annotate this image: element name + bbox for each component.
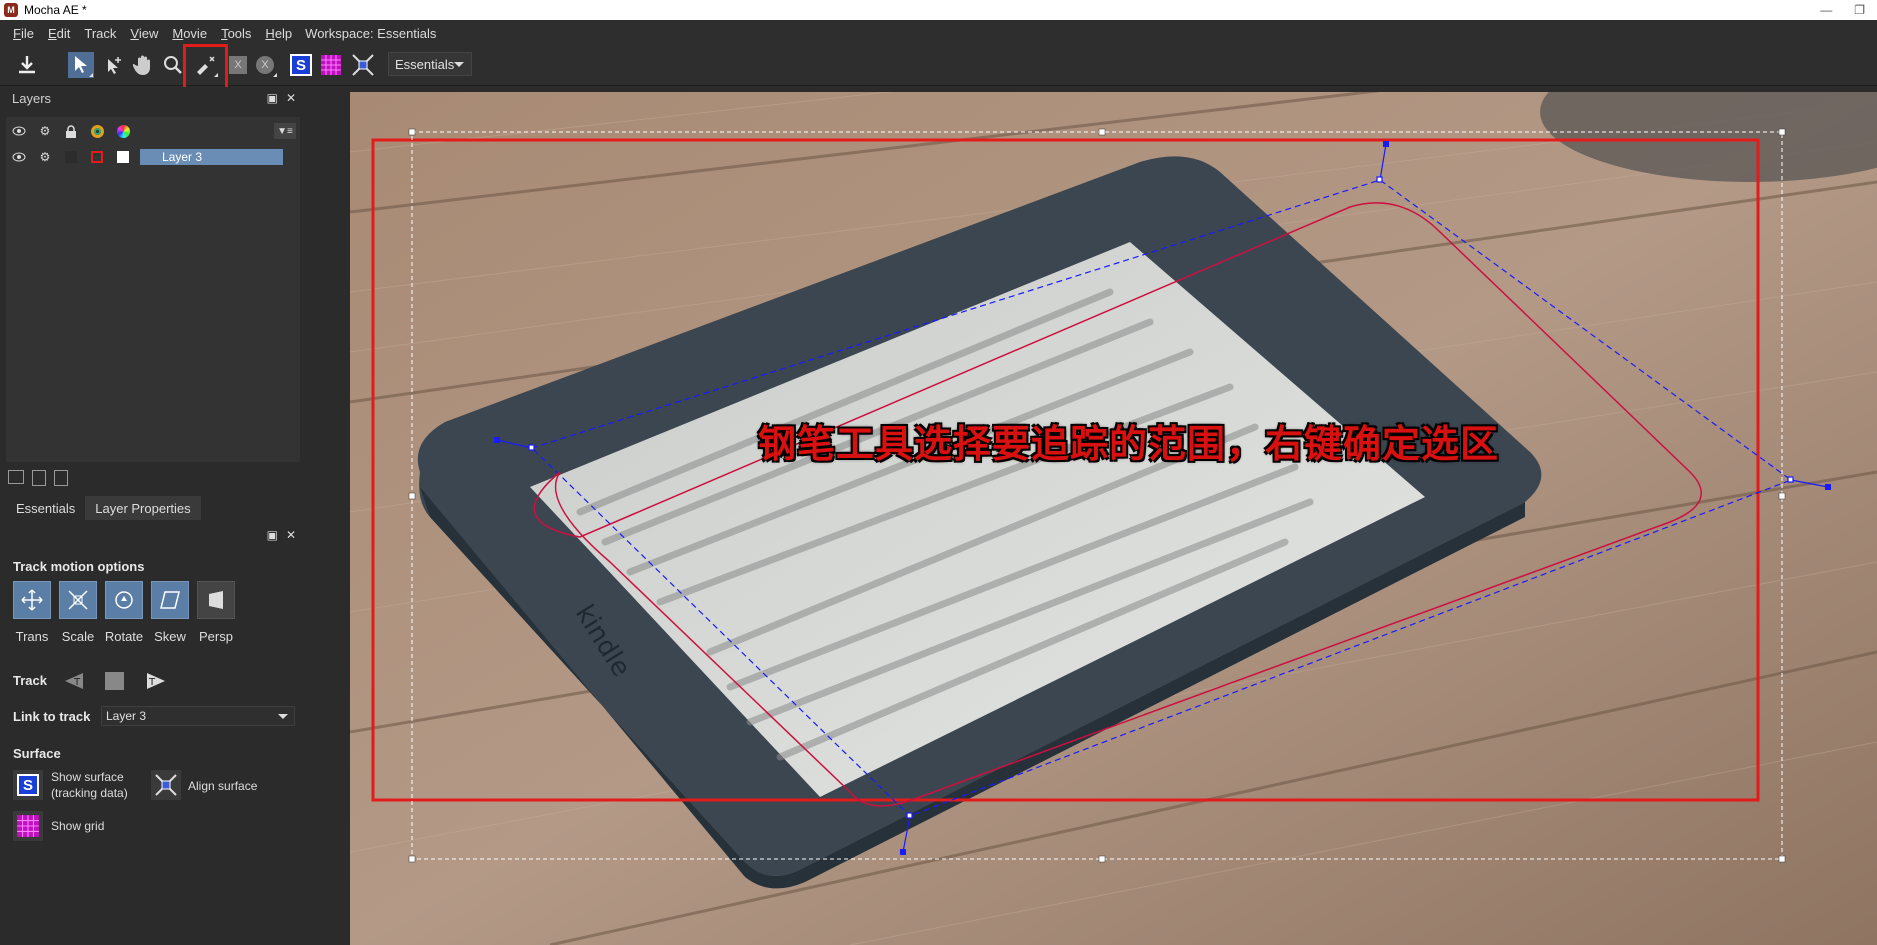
restore-icon[interactable]: ❐ <box>1854 3 1865 17</box>
rotate-button[interactable] <box>105 581 143 619</box>
align-icon <box>155 774 177 796</box>
show-surface-text: Show surface <box>51 770 124 784</box>
tracking-data-text: (tracking data) <box>51 786 128 800</box>
show-surface-label: Show surface (tracking data) <box>51 769 128 801</box>
surface-icon[interactable]: S <box>288 52 314 78</box>
scale-label: Scale <box>61 629 95 644</box>
skew-label: Skew <box>154 629 186 644</box>
persp-button[interactable] <box>197 581 235 619</box>
matte-swatch[interactable] <box>110 147 136 167</box>
workspace-label: Workspace: Essentials <box>305 25 437 41</box>
track-backwards-icon[interactable]: T <box>63 671 85 691</box>
tab-essentials[interactable]: Essentials <box>6 496 85 520</box>
menu-movie[interactable]: Movie <box>165 26 214 41</box>
menu-track[interactable]: Track <box>77 26 123 41</box>
minimize-icon[interactable]: — <box>1820 3 1832 17</box>
layer-name[interactable]: Layer 3 <box>140 149 283 165</box>
menu-edit[interactable]: Edit <box>41 26 77 41</box>
menu-bar: File Edit Track View Movie Tools Help Workspace… <box>0 20 1877 46</box>
layers-header-row: ⚙ ▼≡ <box>6 121 300 141</box>
align-surface-button[interactable] <box>151 770 181 800</box>
track-forwards-icon[interactable]: T <box>145 671 167 691</box>
grid-icon <box>17 815 39 837</box>
trans-button[interactable] <box>13 581 51 619</box>
show-surface-button[interactable]: S <box>13 770 43 800</box>
surface-title: Surface <box>13 746 61 761</box>
lock-toggle[interactable] <box>58 147 84 167</box>
layers-panel-title: Layers <box>12 90 52 106</box>
workspace-select-value: Essentials <box>395 56 455 72</box>
skew-button[interactable] <box>151 581 189 619</box>
link-to-track-label: Link to track <box>13 709 91 724</box>
properties-panel-header: ▣ ✕ <box>0 524 306 546</box>
visibility-icon[interactable] <box>6 121 32 141</box>
layers-panel-header: Layers ▣ ✕ <box>0 87 306 109</box>
surface-icon: S <box>17 774 39 796</box>
persp-label: Persp <box>199 629 233 644</box>
viewer-canvas[interactable]: kindle 钢笔工具选择要追踪的范围，右键确定选区 <box>350 92 1877 945</box>
show-grid-button[interactable] <box>13 811 43 841</box>
duplicate-layer-icon[interactable] <box>32 470 46 486</box>
trans-label: Trans <box>15 629 49 644</box>
layers-footer <box>8 470 68 486</box>
layer-color-swatch[interactable] <box>84 147 110 167</box>
chevron-down-icon <box>278 713 288 719</box>
workspace-select[interactable]: Essentials <box>388 52 472 76</box>
close-icon[interactable]: ✕ <box>286 91 296 105</box>
annotation-text: 钢笔工具选择要追踪的范围，右键确定选区 <box>758 422 1500 466</box>
align-icon[interactable] <box>350 52 376 78</box>
lock-icon[interactable] <box>58 121 84 141</box>
link-to-track-select[interactable]: Layer 3 <box>101 706 295 726</box>
show-grid-label: Show grid <box>51 819 105 833</box>
hand-icon[interactable] <box>130 52 156 78</box>
layer-menu-icon[interactable]: ▼≡ <box>274 123 296 139</box>
window-title: Mocha AE * <box>24 3 87 17</box>
menu-help[interactable]: Help <box>258 26 299 41</box>
export-icon[interactable] <box>14 52 40 78</box>
svg-text:T: T <box>148 677 156 688</box>
close-icon[interactable]: ✕ <box>286 528 296 542</box>
track-title: Track <box>13 673 47 688</box>
bspline-icon[interactable]: X <box>225 52 251 78</box>
trash-icon[interactable] <box>54 470 68 486</box>
panel-divider[interactable] <box>306 87 350 945</box>
magnetic-icon[interactable]: X <box>252 52 278 78</box>
menu-view[interactable]: View <box>123 26 165 41</box>
viewer-image: kindle <box>350 92 1877 945</box>
chevron-down-icon <box>454 61 465 67</box>
undock-icon[interactable]: ▣ <box>267 91 278 105</box>
toolbar: X X S <box>0 46 1877 86</box>
title-bar: M Mocha AE * — ❐ <box>0 0 1877 20</box>
cog-icon[interactable]: ⚙ <box>32 147 58 167</box>
cog-icon[interactable]: ⚙ <box>32 121 58 141</box>
matte-color-icon[interactable] <box>110 121 136 141</box>
select-points-icon[interactable] <box>101 52 127 78</box>
undock-icon[interactable]: ▣ <box>267 528 278 542</box>
tab-layer-properties[interactable]: Layer Properties <box>85 496 201 520</box>
menu-tools[interactable]: Tools <box>214 26 258 41</box>
track-motion-title: Track motion options <box>13 559 145 574</box>
align-surface-label: Align surface <box>188 779 258 793</box>
layer-row[interactable]: ⚙ Layer 3 <box>6 147 300 167</box>
visibility-icon[interactable] <box>6 147 32 167</box>
color-wheel-icon[interactable] <box>84 121 110 141</box>
mocha-logo-icon: M <box>4 3 18 17</box>
rotate-label: Rotate <box>104 629 144 644</box>
stop-icon[interactable] <box>105 672 124 690</box>
new-folder-icon[interactable] <box>8 470 24 484</box>
link-to-track-value: Layer 3 <box>106 709 147 723</box>
grid-icon[interactable] <box>318 52 344 78</box>
panel-tabs: Essentials Layer Properties <box>6 496 201 520</box>
scale-button[interactable] <box>59 581 97 619</box>
menu-file[interactable]: File <box>6 26 41 41</box>
svg-text:T: T <box>73 677 81 688</box>
layers-area: ⚙ ▼≡ ⚙ Layer 3 <box>6 117 300 462</box>
select-tool-icon[interactable] <box>68 52 94 78</box>
